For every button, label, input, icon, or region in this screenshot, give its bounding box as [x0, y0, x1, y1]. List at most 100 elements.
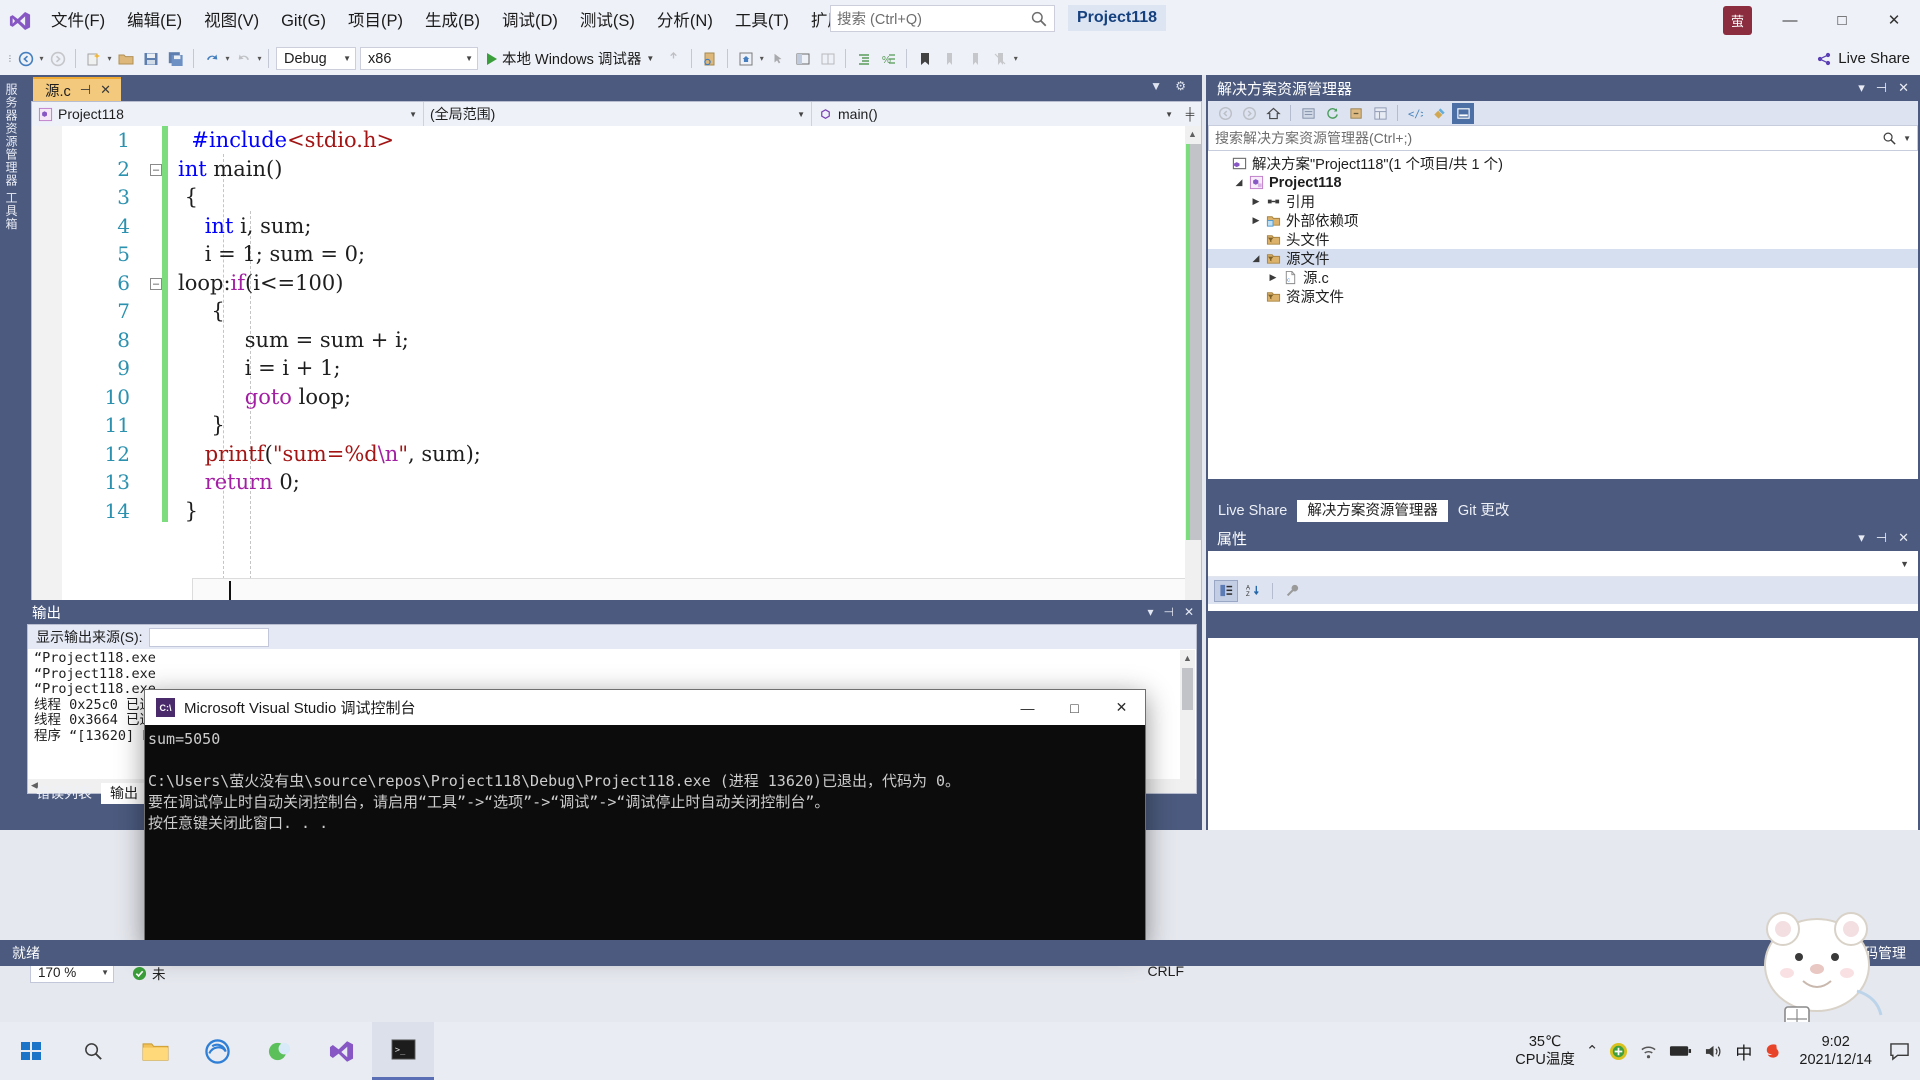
start-button[interactable] — [0, 1022, 62, 1080]
solution-platform-combo[interactable]: x86 ▼ — [360, 47, 478, 70]
chevron-down-icon[interactable]: ▼ — [646, 54, 654, 63]
code-line[interactable]: 10 goto loop; — [32, 383, 1201, 412]
tree-item[interactable]: ▶ c 源.c — [1208, 268, 1918, 287]
menu-item-project[interactable]: 项目(P) — [337, 0, 414, 42]
undo-icon[interactable] — [199, 46, 224, 71]
output-source-combo[interactable] — [148, 627, 269, 647]
tree-item[interactable]: 解决方案"Project118"(1 个项目/共 1 个) — [1208, 154, 1918, 173]
menu-item-view[interactable]: 视图(V) — [193, 0, 270, 42]
window-layout-icon[interactable] — [790, 46, 815, 71]
properties-window-icon[interactable] — [1369, 103, 1391, 124]
expander-expanded-icon[interactable]: ◢ — [1248, 253, 1264, 264]
live-share-button[interactable]: Live Share — [1816, 42, 1910, 75]
global-search-input[interactable]: 搜索 (Ctrl+Q) — [830, 5, 1055, 32]
output-vertical-scrollbar[interactable]: ▲ ▼ — [1180, 650, 1195, 792]
new-project-dropdown-icon[interactable]: ▾ — [106, 54, 113, 63]
navbar-member-combo[interactable]: main() ▼ — [812, 102, 1179, 126]
split-editor-icon[interactable]: ╪ — [1179, 107, 1201, 121]
code-line[interactable]: 1 #include<stdio.h> — [32, 126, 1201, 155]
scroll-up-icon[interactable]: ▲ — [1183, 653, 1192, 663]
navbar-project-combo[interactable]: Project118 ▼ — [32, 102, 424, 126]
dropdown-icon[interactable]: ▾ — [1147, 605, 1153, 619]
menu-item-debug[interactable]: 调试(D) — [491, 0, 569, 42]
console-minimize-button[interactable]: — — [1004, 690, 1051, 725]
code-line[interactable]: 7 { — [32, 297, 1201, 326]
expander-collapsed-icon[interactable]: ▶ — [1265, 272, 1281, 283]
menu-item-build[interactable]: 生成(B) — [414, 0, 491, 42]
expander-expanded-icon[interactable]: ◢ — [1231, 177, 1247, 188]
taskbar-file-explorer[interactable] — [124, 1022, 186, 1080]
volume-icon[interactable] — [1703, 1043, 1724, 1060]
save-all-icon[interactable] — [163, 46, 188, 71]
undo-dropdown-icon[interactable]: ▾ — [224, 54, 231, 63]
show-all-files-icon[interactable]: </> — [1404, 103, 1426, 124]
action-center-icon[interactable] — [1889, 1042, 1910, 1061]
comment-icon[interactable]: % — [876, 46, 901, 71]
console-title-bar[interactable]: C:\ Microsoft Visual Studio 调试控制台 — □ ✕ — [145, 690, 1145, 725]
indent-icon[interactable] — [851, 46, 876, 71]
sogou-input-icon[interactable] — [1763, 1042, 1782, 1061]
properties-grid[interactable] — [1208, 638, 1918, 830]
taskbar-search-button[interactable] — [62, 1022, 124, 1080]
pending-changes-icon[interactable] — [1297, 103, 1319, 124]
preview-selected-icon[interactable] — [1452, 102, 1474, 124]
tab-solution-explorer[interactable]: 解决方案资源管理器 — [1297, 500, 1448, 522]
solution-tree[interactable]: 解决方案"Project118"(1 个项目/共 1 个) ◢ Project118… — [1208, 151, 1918, 479]
tree-item[interactable]: 头文件 — [1208, 230, 1918, 249]
status-source-control[interactable]: ↑ 添加到源代码管理 — [1778, 943, 1920, 963]
refresh-icon[interactable] — [1321, 103, 1343, 124]
fold-toggle-icon[interactable]: – — [144, 162, 168, 176]
ime-mode-indicator[interactable]: 中 — [1735, 1039, 1752, 1064]
close-icon[interactable]: ✕ — [1898, 530, 1909, 546]
active-project-chip[interactable]: Project118 — [1068, 5, 1167, 31]
back-dropdown-icon[interactable]: ▾ — [38, 54, 45, 63]
code-line[interactable]: 5 i = 1; sum = 0; — [32, 240, 1201, 269]
property-pages-icon[interactable] — [1280, 580, 1304, 602]
code-line[interactable]: 9 i = i + 1; — [32, 354, 1201, 383]
clipboard-search-icon[interactable] — [697, 46, 722, 71]
solution-config-combo[interactable]: Debug ▼ — [276, 47, 356, 70]
code-line[interactable]: 12 printf("sum=%d\n", sum); — [32, 440, 1201, 469]
gear-icon[interactable]: ⚙ — [1175, 79, 1186, 93]
chevron-down-icon[interactable]: ▼ — [1897, 134, 1911, 143]
close-icon[interactable]: ✕ — [1898, 80, 1909, 96]
output-scroll-thumb[interactable] — [1182, 668, 1193, 710]
avatar[interactable]: 萤 — [1723, 6, 1752, 35]
minimize-button[interactable]: — — [1764, 0, 1816, 40]
properties-object-combo[interactable]: ▼ — [1208, 551, 1918, 577]
tree-item[interactable]: ▶ 引用 — [1208, 192, 1918, 211]
new-project-icon[interactable] — [81, 46, 106, 71]
tree-item[interactable]: ◢ Project118 — [1208, 173, 1918, 192]
tree-item[interactable]: ◢ 源文件 — [1208, 249, 1918, 268]
code-line[interactable]: 3 { — [32, 183, 1201, 212]
alphabetical-view-icon[interactable]: AZ — [1241, 580, 1265, 602]
security-shield-icon[interactable] — [1609, 1042, 1628, 1061]
pin-icon[interactable]: ⊣ — [1876, 80, 1887, 96]
navbar-scope-combo[interactable]: (全局范围) ▼ — [424, 102, 812, 126]
bookmark-icon[interactable] — [912, 46, 937, 71]
solution-explorer-search-input[interactable]: 搜索解决方案资源管理器(Ctrl+;) ▼ — [1208, 126, 1918, 151]
start-debugging-button[interactable]: 本地 Windows 调试器 ▼ — [480, 46, 661, 71]
menu-item-edit[interactable]: 编辑(E) — [116, 0, 193, 42]
menu-item-test[interactable]: 测试(S) — [569, 0, 646, 42]
home-icon[interactable] — [1262, 103, 1284, 124]
code-line[interactable]: 6– loop:if(i<=100) — [32, 269, 1201, 298]
menu-item-file[interactable]: 文件(F) — [40, 0, 116, 42]
pin-icon[interactable]: ⊣ — [1163, 605, 1173, 619]
code-line[interactable]: 4 int i, sum; — [32, 212, 1201, 241]
pin-icon[interactable]: ⊣ — [80, 82, 91, 98]
taskbar-console-window[interactable]: >_ — [372, 1022, 434, 1080]
left-rail-label[interactable]: 服务器资源管理器 工具箱 — [2, 83, 20, 230]
menu-item-analyze[interactable]: 分析(N) — [646, 0, 724, 42]
navigate-back-icon[interactable] — [13, 46, 38, 71]
tab-live-share[interactable]: Live Share — [1208, 500, 1297, 522]
close-icon[interactable]: ✕ — [1184, 605, 1194, 619]
code-line[interactable]: 14 } — [32, 497, 1201, 526]
maximize-button[interactable]: □ — [1816, 0, 1868, 40]
code-line[interactable]: 8 sum = sum + i; — [32, 326, 1201, 355]
close-icon[interactable]: ✕ — [100, 82, 111, 98]
tray-expand-icon[interactable]: ⌃ — [1586, 1042, 1599, 1060]
scroll-up-icon[interactable]: ▲ — [1188, 129, 1197, 139]
taskbar-visual-studio[interactable] — [310, 1022, 372, 1080]
dropdown-icon[interactable]: ▾ — [1858, 530, 1865, 546]
